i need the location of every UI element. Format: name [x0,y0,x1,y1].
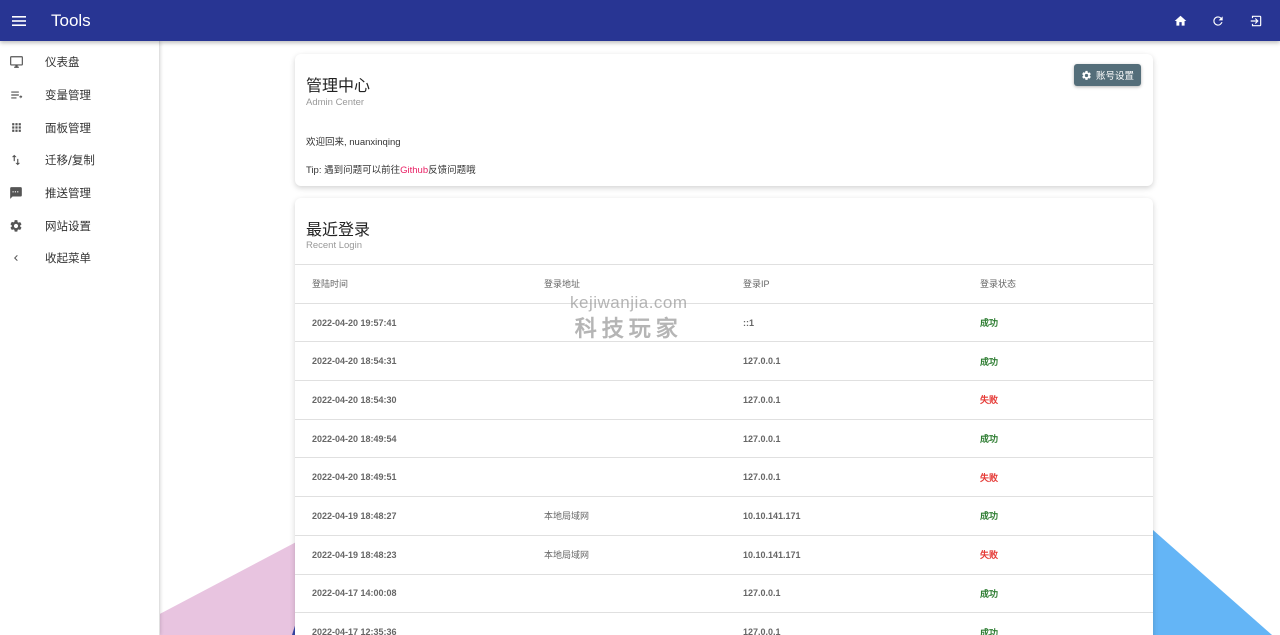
cell-status: 成功 [980,588,999,599]
app-title: Tools [51,10,91,30]
cell-status: 失败 [980,472,999,483]
table-row: 2022-04-20 19:57:41::1 成功 [295,304,1153,343]
cell-status: 成功 [980,627,999,635]
swap-vertical-icon [8,152,24,168]
app-bar: Tools [0,0,1280,41]
cell-ip: 10.10.141.171 [743,510,801,521]
sidebar-item-collapse[interactable]: 收起菜单 [0,242,159,275]
account-settings-label: 账号设置 [1095,71,1134,82]
column-header-location: 登录地址 [544,279,581,290]
grid-icon [8,120,24,136]
table-header: 登陆时间 登录地址 登录IP 登录状态 [295,265,1153,304]
table-row: 2022-04-19 18:48:23 本地局域网 10.10.141.171 失败 [295,536,1153,575]
chevron-left-icon [8,250,24,266]
table-row: 2022-04-20 18:49:51 127.0.0.1 失败 [295,458,1153,498]
sidebar-item-label: 网站设置 [45,218,91,233]
sidebar-item-site-settings[interactable]: 网站设置 [0,209,159,242]
refresh-button[interactable] [1199,2,1237,40]
sidebar-item-panels[interactable]: 面板管理 [0,111,159,144]
home-button[interactable] [1161,2,1199,40]
github-link[interactable]: Github [400,165,428,176]
cell-time: 2022-04-17 12:35:36 [312,627,397,635]
cell-status: 成功 [980,434,999,445]
cell-ip: 10.10.141.171 [743,549,801,560]
sidebar: 仪表盘 变量管理 面板管理 迁移/复制 推送管理 网站设置 收起菜单 [0,41,160,635]
cell-ip: 127.0.0.1 [743,588,781,599]
cell-time: 2022-04-20 18:49:51 [312,472,397,483]
cell-ip: 127.0.0.1 [743,394,781,405]
login-table: 登陆时间 登录地址 登录IP 登录状态 2022-04-20 19:57:41:… [295,264,1153,635]
cell-ip: 127.0.0.1 [743,356,781,367]
home-icon [1174,15,1186,26]
sidebar-item-migrate[interactable]: 迁移/复制 [0,144,159,177]
table-row: 2022-04-17 14:00:08 127.0.0.1 成功 [295,575,1153,614]
cell-time: 2022-04-20 18:54:31 [312,356,397,367]
sidebar-item-label: 仪表盘 [45,55,80,70]
cell-time: 2022-04-17 14:00:08 [312,588,397,599]
recent-login-card: 最近登录 Recent Login 登陆时间 登录地址 登录IP 登录状态 20… [295,198,1153,635]
sidebar-item-label: 变量管理 [45,88,91,103]
tip-text: Tip: 遇到问题可以前往Github反馈问题哦 [306,162,476,176]
sidebar-item-variables[interactable]: 变量管理 [0,79,159,112]
column-header-status: 登录状态 [980,279,1017,290]
login-title: 最近登录 [306,220,371,239]
gear-icon [8,218,24,234]
cell-time: 2022-04-19 18:48:23 [312,549,397,560]
monitor-icon [8,54,24,70]
list-icon [8,87,24,103]
table-row: 2022-04-17 12:35:36 127.0.0.1 成功 [295,613,1153,635]
cell-ip: 127.0.0.1 [743,433,781,444]
cell-time: 2022-04-20 19:57:41 [312,317,397,328]
table-row: 2022-04-20 18:54:30 127.0.0.1 失败 [295,381,1153,420]
cell-ip: 127.0.0.1 [743,627,781,635]
admin-title: 管理中心 [306,76,371,95]
sidebar-item-label: 迁移/复制 [45,153,95,168]
cell-status: 失败 [980,550,999,561]
tip-suffix: 反馈问题哦 [428,165,476,176]
message-icon [8,185,24,201]
sidebar-item-dashboard[interactable]: 仪表盘 [0,46,159,79]
table-row: 2022-04-20 18:49:54 127.0.0.1 成功 [295,420,1153,459]
cell-time: 2022-04-20 18:54:30 [312,394,397,405]
cell-ip: ::1 [743,317,754,328]
sidebar-item-label: 推送管理 [45,186,91,201]
cell-status: 成功 [980,318,999,329]
cell-location: 本地局域网 [544,511,590,522]
hamburger-icon [12,15,26,26]
cell-status: 成功 [980,511,999,522]
gear-icon [1082,70,1091,80]
table-row: 2022-04-20 18:54:31 127.0.0.1 成功 [295,342,1153,382]
table-row: 2022-04-19 18:48:27 本地局域网 10.10.141.171 成功 [295,497,1153,536]
cell-ip: 127.0.0.1 [743,472,781,483]
cell-location: 本地局域网 [544,550,590,561]
column-header-time: 登陆时间 [312,279,349,290]
cell-status: 成功 [980,356,999,367]
table-body: 2022-04-20 19:57:41::1 成功 2022-04-20 18:54… [295,304,1153,635]
account-settings-button[interactable]: 账号设置 [1073,64,1141,86]
cell-time: 2022-04-20 18:49:54 [312,433,397,444]
column-header-ip: 登录IP [743,279,770,290]
logout-icon [1250,15,1262,26]
menu-button[interactable] [1,3,37,39]
sidebar-item-label: 收起菜单 [45,251,91,266]
admin-center-card: 管理中心 Admin Center 账号设置 欢迎回来, nuanxinqing… [295,54,1153,186]
logout-button[interactable] [1237,2,1275,40]
sidebar-item-push[interactable]: 推送管理 [0,177,159,210]
cell-time: 2022-04-19 18:48:27 [312,510,397,521]
admin-subtitle: Admin Center [306,97,365,108]
login-subtitle: Recent Login [306,240,362,251]
refresh-icon [1213,15,1223,26]
sidebar-item-label: 面板管理 [45,120,91,135]
tip-prefix: Tip: 遇到问题可以前往 [306,165,401,176]
cell-status: 失败 [980,395,999,406]
welcome-text: 欢迎回来, nuanxinqing [306,137,401,148]
